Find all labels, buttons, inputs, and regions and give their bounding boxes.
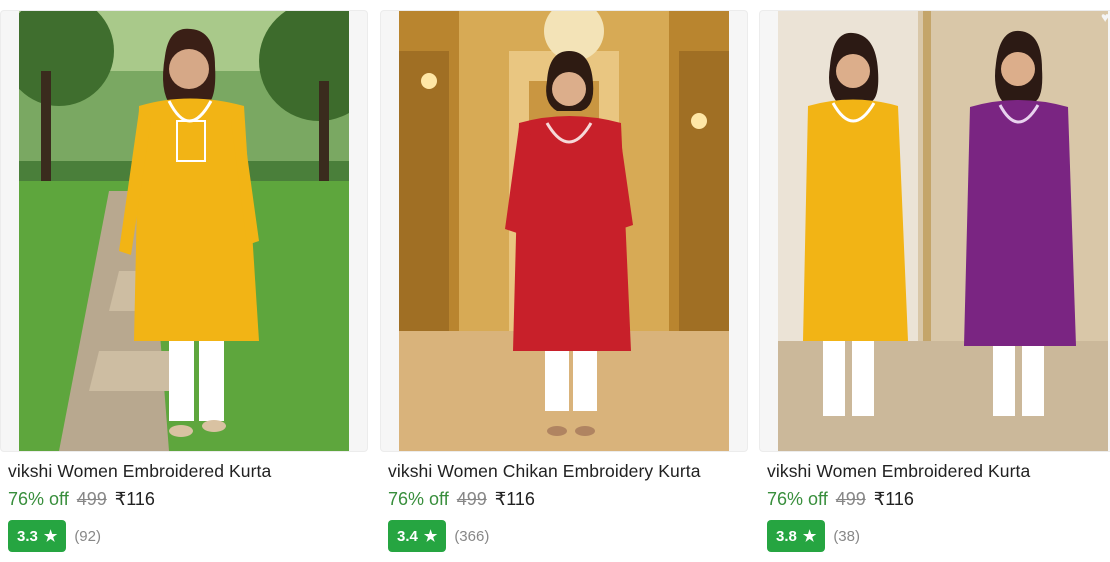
price-row: 76% off 499 ₹116 (8, 489, 155, 510)
rating-badge: 3.4 ★ (388, 520, 447, 552)
product-card[interactable]: ♥ vikshi Women Embroidered Kurta 76% off… (759, 0, 1110, 562)
star-icon: ★ (423, 527, 438, 545)
price-row: 76% off 499 ₹116 (767, 489, 914, 510)
selling-price: ₹116 (494, 489, 535, 509)
rating-value: 3.8 (776, 527, 797, 545)
star-icon: ★ (43, 527, 58, 545)
rating-count: (38) (833, 527, 860, 545)
original-price: 499 (456, 489, 487, 509)
product-title[interactable]: vikshi Women Embroidered Kurta (767, 461, 1030, 482)
rating-count: (366) (454, 527, 490, 545)
rating-count: (92) (74, 527, 101, 545)
product-title[interactable]: vikshi Women Embroidered Kurta (8, 461, 271, 482)
selling-price: ₹116 (873, 489, 914, 509)
product-card[interactable]: vikshi Women Embroidered Kurta 76% off 4… (0, 0, 370, 562)
original-price: 499 (835, 489, 866, 509)
product-grid: vikshi Women Embroidered Kurta 76% off 4… (0, 0, 1110, 562)
rating-badge: 3.3 ★ (8, 520, 67, 552)
product-photo-duo (778, 11, 1108, 451)
product-image[interactable] (0, 10, 368, 452)
product-photo-park (19, 11, 349, 451)
rating-row: 3.3 ★ (92) (8, 520, 101, 552)
discount-percent: 76% off (767, 489, 828, 509)
rating-value: 3.4 (397, 527, 418, 545)
rating-badge: 3.8 ★ (767, 520, 826, 552)
price-row: 76% off 499 ₹116 (388, 489, 535, 510)
discount-percent: 76% off (8, 489, 69, 509)
rating-row: 3.8 ★ (38) (767, 520, 860, 552)
selling-price: ₹116 (114, 489, 155, 509)
product-photo-hall (399, 11, 729, 451)
product-title[interactable]: vikshi Women Chikan Embroidery Kurta (388, 461, 701, 482)
product-image[interactable] (380, 10, 748, 452)
heart-icon[interactable]: ♥ (1101, 10, 1110, 24)
product-card[interactable]: vikshi Women Chikan Embroidery Kurta 76%… (380, 0, 750, 562)
star-icon: ★ (802, 527, 817, 545)
product-image[interactable] (759, 10, 1110, 452)
original-price: 499 (76, 489, 107, 509)
discount-percent: 76% off (388, 489, 449, 509)
rating-value: 3.3 (17, 527, 38, 545)
rating-row: 3.4 ★ (366) (388, 520, 489, 552)
